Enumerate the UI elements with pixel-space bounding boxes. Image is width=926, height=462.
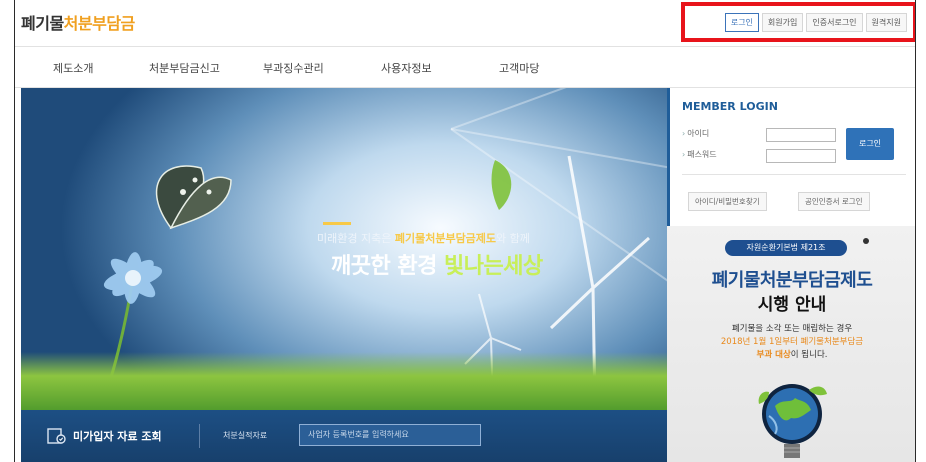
promo-line-highlight: 2018년 1월 1일부터 폐기물처분부담금: [720, 337, 864, 347]
utility-links-highlight: 로그인 회원가입 인증서로그인 원격지원: [681, 2, 915, 42]
hero-subtitle: 미래환경 지축은 폐기물처분부담금제도와 함께: [317, 230, 530, 246]
logo-text-main: 폐기물: [21, 14, 64, 33]
hero-title: 깨끗한 환경 빛나는세상: [331, 248, 543, 280]
util-remote-support-link[interactable]: 원격지원: [865, 12, 907, 32]
unregistered-lookup-bar: 미가입자 자료 조회 처분실적자료 사업자 등록번호를 입력하세요: [21, 410, 667, 462]
id-row: › 아이디: [682, 128, 709, 139]
cert-login-button[interactable]: 공인인증서 로그인: [798, 192, 870, 211]
util-login-button[interactable]: 로그인: [724, 12, 759, 32]
password-field[interactable]: [766, 149, 836, 163]
logo-text-accent: 처분부담금: [63, 14, 136, 33]
hero-accent-rule: [323, 222, 351, 225]
earth-lightbulb-icon: [758, 384, 827, 458]
slide-indicator-dot[interactable]: [863, 238, 869, 244]
promo-line-text: 이 됩니다.: [790, 350, 828, 360]
pw-row: › 패스워드: [682, 149, 717, 160]
business-number-input[interactable]: 사업자 등록번호를 입력하세요: [299, 424, 481, 446]
nav-item-customer-center[interactable]: 고객마당: [499, 60, 539, 76]
notice-banner[interactable]: 자원순환기본법 제21조 폐기물처분부담금제도 시행 안내 폐기물을 소각 또는…: [667, 226, 915, 462]
hero-title-highlight: 빛나는세상: [444, 254, 543, 279]
hero-subtitle-text: 와 함께: [496, 232, 530, 245]
divider: [682, 174, 906, 175]
right-sidebar: MEMBER LOGIN › 아이디 › 패스워드 로그인 아이디/비밀번호찾기 공…: [667, 88, 915, 462]
login-title: MEMBER LOGIN: [682, 100, 778, 113]
pw-label: 패스워드: [687, 150, 717, 159]
login-button[interactable]: 로그인: [846, 128, 894, 160]
nav-item-charge-report[interactable]: 처분부담금신고: [149, 60, 220, 76]
document-search-icon: [47, 428, 66, 444]
promo-line: 폐기물을 소각 또는 매립하는 경우: [731, 324, 853, 334]
nav-item-user-info[interactable]: 사용자정보: [381, 60, 432, 76]
find-id-password-button[interactable]: 아이디/비밀번호찾기: [688, 192, 767, 211]
id-field[interactable]: [766, 128, 836, 142]
promo-line: 부과 대상이 됩니다.: [667, 348, 915, 360]
hero-title-text: 깨끗한 환경: [331, 254, 445, 279]
hero-banner: 미래환경 지축은 폐기물처분부담금제도와 함께 깨끗한 환경 빛나는세상 미가입…: [21, 88, 667, 462]
hero-subtitle-highlight: 폐기물처분부담금제도: [394, 232, 497, 245]
nav-item-levy-management[interactable]: 부과징수관리: [263, 60, 324, 76]
id-label: 아이디: [687, 129, 710, 138]
divider: [199, 424, 200, 448]
chevron-right-icon: ›: [682, 129, 686, 138]
util-cert-login-link[interactable]: 인증서로그인: [806, 12, 863, 32]
lookup-title: 미가입자 자료 조회: [73, 430, 162, 443]
grass-strip: [21, 352, 667, 412]
page-frame: 폐기물처분부담금 로그인 회원가입 인증서로그인 원격지원 제도소개 처분부담금…: [14, 0, 916, 462]
site-logo[interactable]: 폐기물처분부담금: [21, 10, 135, 34]
promo-subtitle: 시행 안내: [757, 295, 827, 315]
promo-title: 폐기물처분부담금제도: [711, 270, 873, 291]
lookup-label: 처분실적자료: [223, 431, 268, 440]
util-signup-link[interactable]: 회원가입: [761, 12, 804, 32]
hero-subtitle-text: 미래환경 지축은: [317, 232, 395, 245]
chevron-right-icon: ›: [682, 150, 686, 159]
main-nav: 제도소개 처분부담금신고 부과징수관리 사용자정보 고객마당: [15, 46, 915, 88]
nav-item-system-intro[interactable]: 제도소개: [53, 60, 93, 76]
law-badge: 자원순환기본법 제21조: [725, 240, 847, 256]
top-header: 폐기물처분부담금 로그인 회원가입 인증서로그인 원격지원: [15, 0, 915, 46]
promo-line-emphasis: 부과 대상: [756, 350, 791, 360]
member-login-box: MEMBER LOGIN › 아이디 › 패스워드 로그인 아이디/비밀번호찾기 공…: [667, 88, 915, 226]
